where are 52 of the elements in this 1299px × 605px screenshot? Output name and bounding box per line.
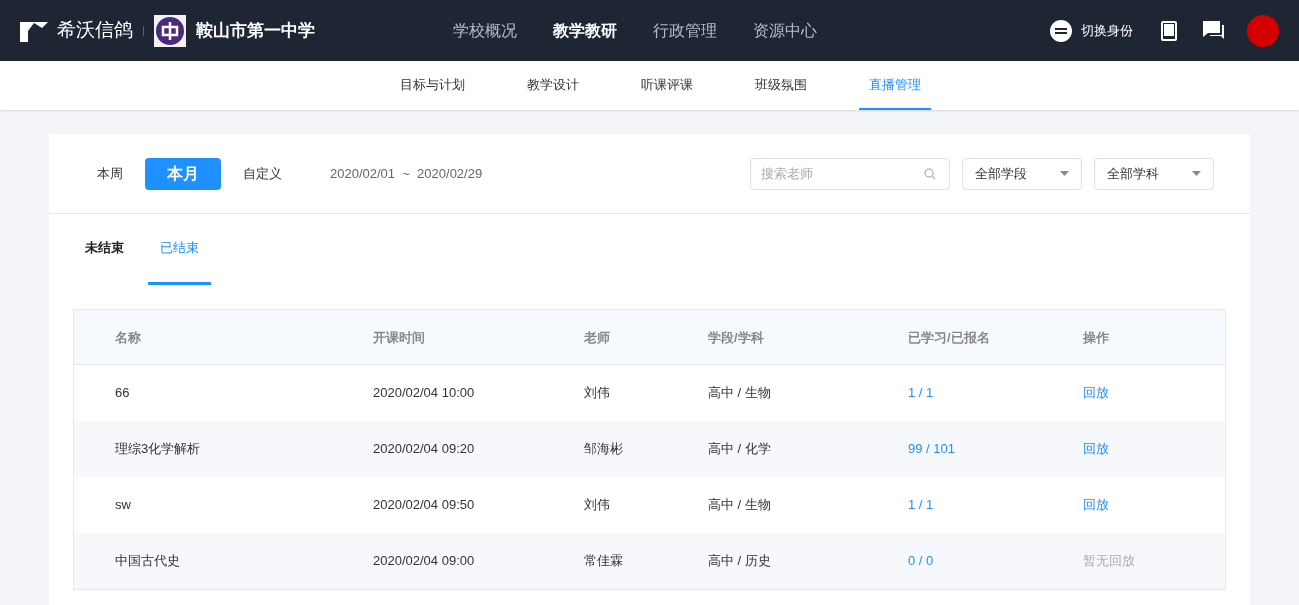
school-emblem-icon (154, 14, 186, 47)
table-cell: 2020/02/04 09:00 (373, 553, 475, 569)
main-nav-tab[interactable]: 资源中心 (753, 18, 817, 43)
count-cell: 1 / 1 (908, 385, 934, 401)
period-tab[interactable]: 自定义 (231, 157, 294, 190)
column-header: 学段/学科 (708, 330, 764, 345)
table-cell: 高中 / 生物 (708, 497, 771, 513)
search-field[interactable]: 搜索老师 (750, 157, 950, 190)
avatar[interactable] (1247, 14, 1279, 47)
table-cell: 高中 / 历史 (708, 553, 771, 569)
table-cell: 刘伟 (584, 385, 610, 401)
column-header: 操作 (1083, 330, 1109, 345)
switch-icon[interactable] (1050, 19, 1072, 42)
table-cell: 邹海彬 (584, 441, 623, 457)
chat-icon[interactable] (1203, 20, 1225, 41)
table-cell: 高中 / 化学 (708, 441, 771, 457)
sub-nav-tab[interactable]: 班级氛围 (745, 61, 817, 110)
table-cell: 刘伟 (584, 497, 610, 513)
main-nav-tab[interactable]: 行政管理 (653, 18, 717, 43)
tablet-icon[interactable] (1161, 20, 1177, 41)
caret-icon (1060, 171, 1069, 176)
date-range: 2020/02/01 ~ 2020/02/29 (330, 164, 483, 183)
main-nav-tab[interactable]: 教学教研 (553, 18, 617, 43)
count-cell: 1 / 1 (908, 497, 934, 513)
table-cell: 常佳霖 (584, 553, 623, 569)
table-cell: 中国古代史 (115, 553, 180, 569)
table-cell: 2020/02/04 09:20 (373, 441, 475, 457)
column-header: 开课时间 (373, 330, 425, 345)
table-cell: 2020/02/04 10:00 (373, 385, 475, 401)
period-tab[interactable]: 本周 (85, 157, 135, 190)
school-name: 鞍山市第一中学 (196, 19, 315, 42)
column-header: 老师 (584, 330, 610, 345)
column-header: 名称 (115, 330, 141, 345)
sub-nav-tab[interactable]: 目标与计划 (390, 61, 475, 110)
brand-name: 希沃信鸽 (57, 18, 133, 43)
count-cell: 99 / 101 (908, 441, 955, 457)
main-nav-tab[interactable]: 学校概况 (453, 18, 517, 43)
filter-dropdown[interactable]: 全部学段 (962, 157, 1082, 190)
table-cell: 高中 / 生物 (708, 385, 771, 401)
no-playback-text: 暂无回放 (1083, 553, 1135, 569)
column-header: 已学习/已报名 (908, 330, 990, 345)
caret-icon (1192, 171, 1201, 176)
table-cell: 理综3化学解析 (115, 441, 201, 457)
filter-dropdown[interactable]: 全部学科 (1094, 157, 1214, 190)
switch-identity-button[interactable]: 切换身份 (1081, 20, 1133, 41)
table-cell: sw (115, 497, 131, 513)
status-tab[interactable]: 未结束 (73, 214, 136, 285)
sub-nav-tab[interactable]: 教学设计 (517, 61, 589, 110)
sub-nav-tab[interactable]: 听课评课 (631, 61, 703, 110)
count-cell: 0 / 0 (908, 553, 934, 569)
table-cell: 66 (115, 385, 130, 401)
table-cell: 2020/02/04 09:50 (373, 497, 475, 513)
